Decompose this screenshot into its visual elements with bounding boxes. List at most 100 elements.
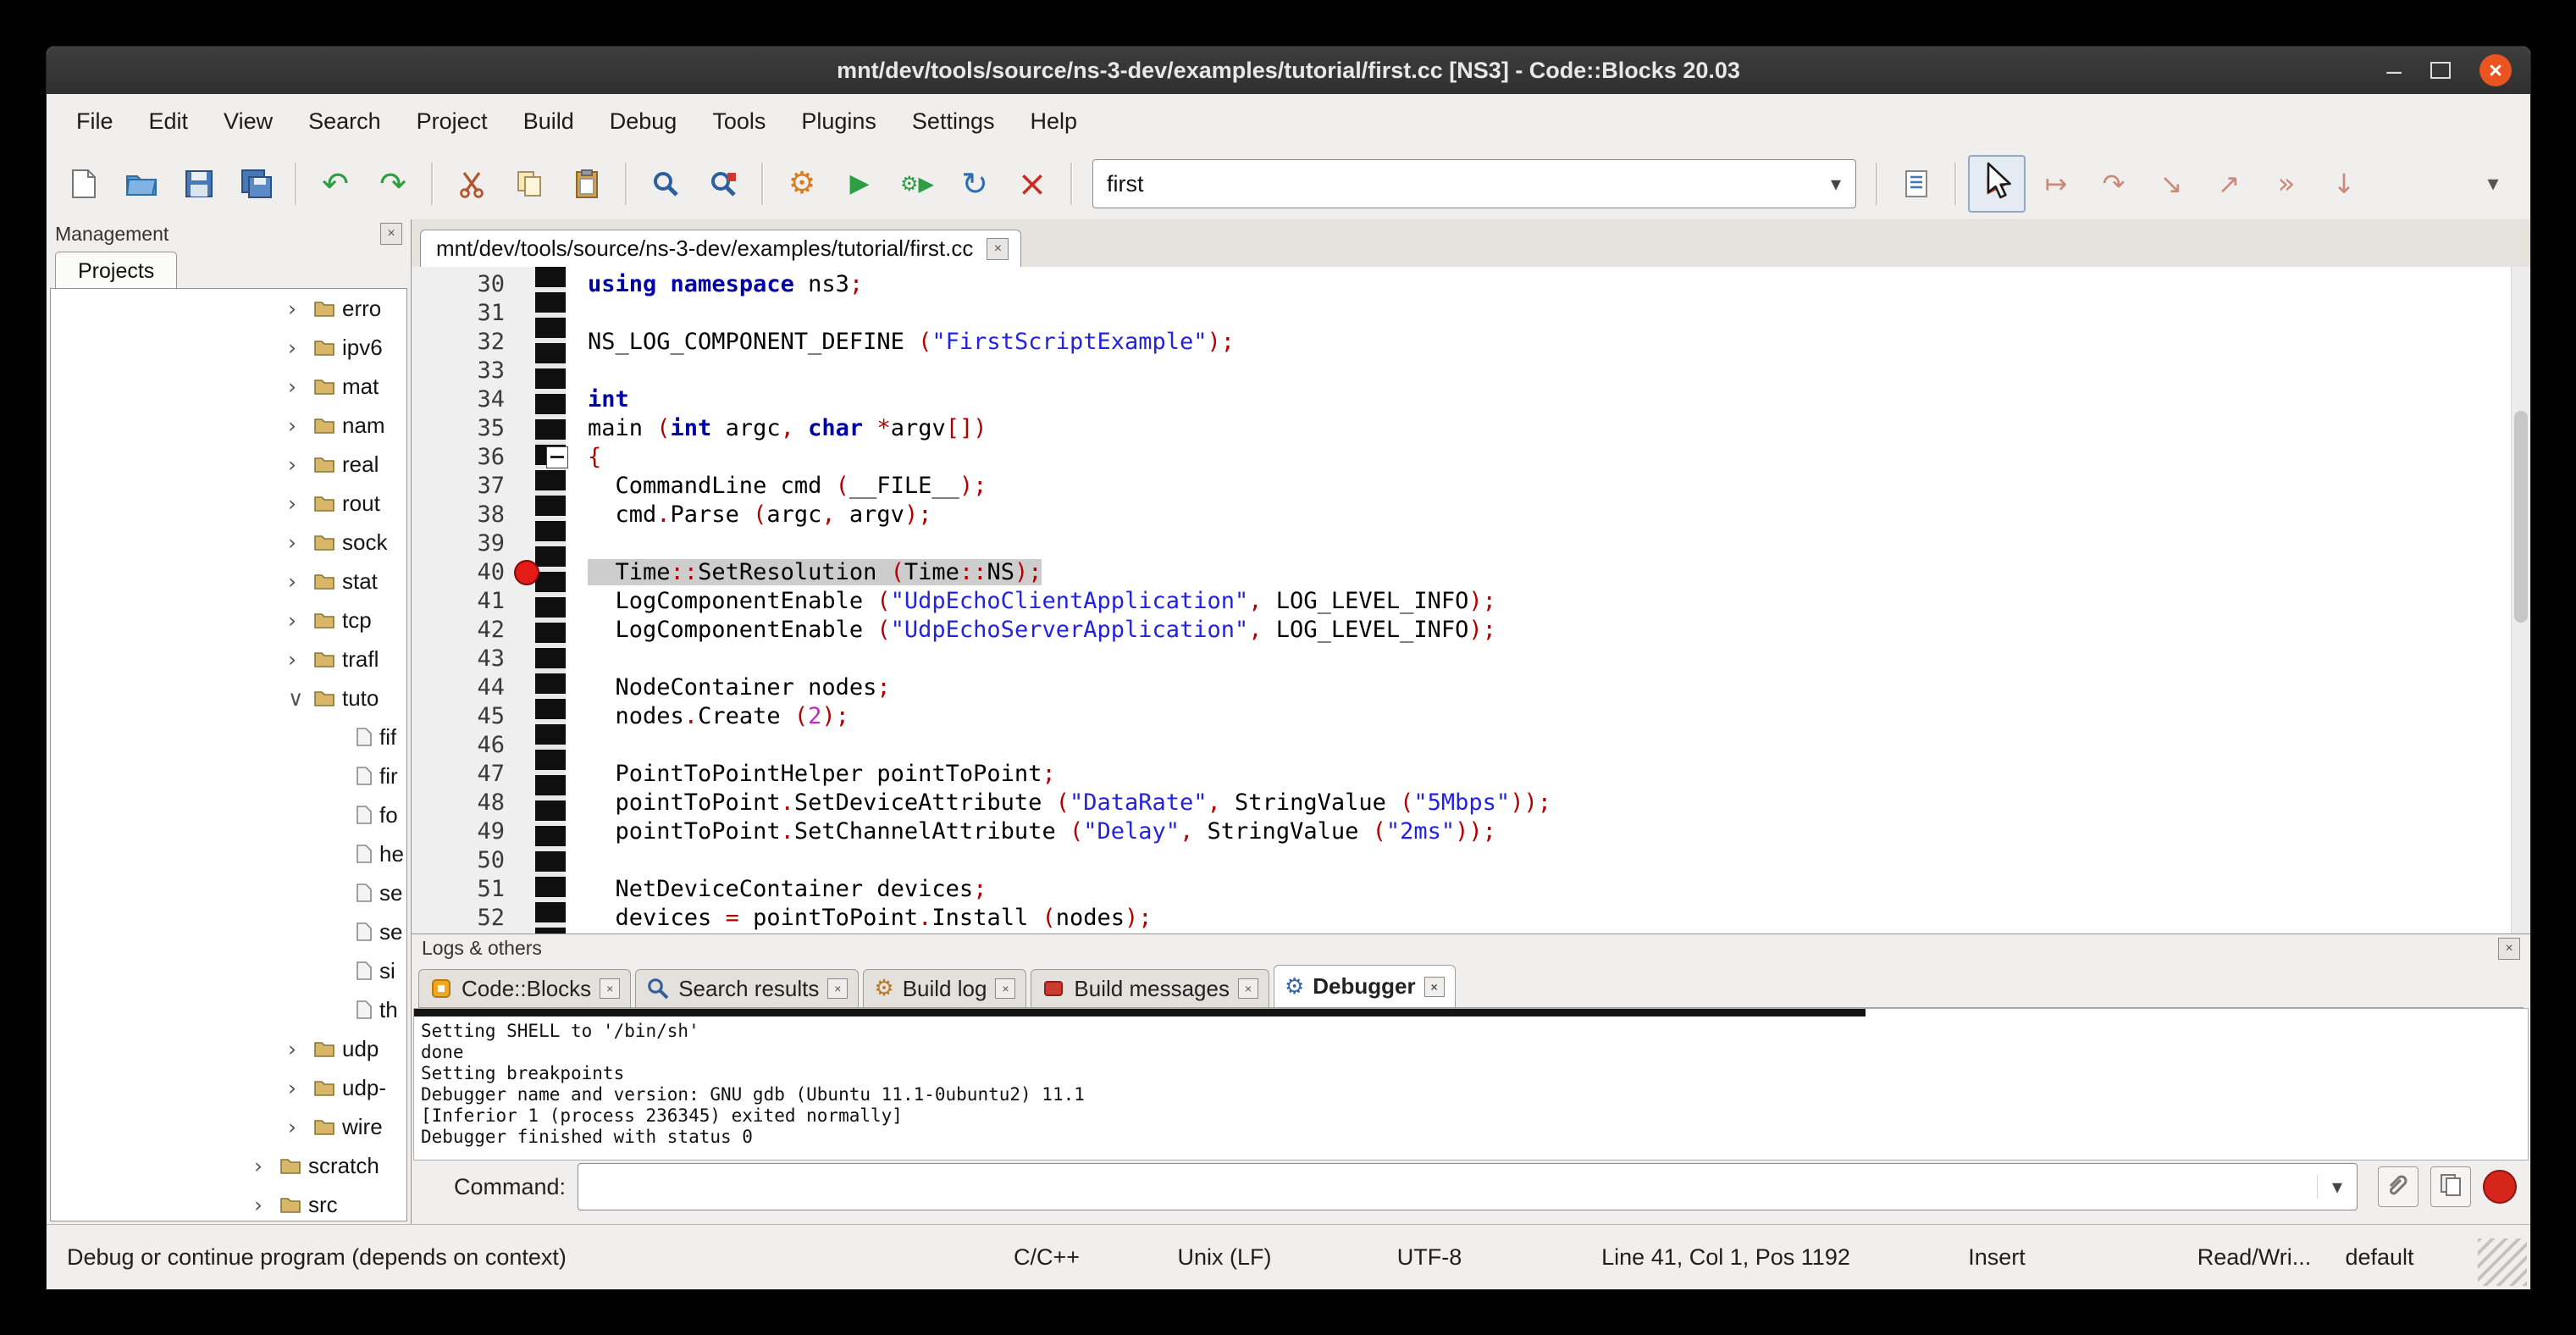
breakpoint-margin[interactable]	[511, 560, 542, 585]
tree-item-sock[interactable]: ›sock	[51, 523, 406, 562]
next-instruction-button[interactable]: »	[2259, 157, 2313, 211]
copy-button[interactable]	[502, 157, 556, 211]
search-target-combobox[interactable]: ▾	[1092, 159, 1856, 208]
code-line[interactable]: 49 pointToPoint.SetChannelAttribute ("De…	[412, 817, 2512, 846]
chevron-right-icon[interactable]: ›	[288, 647, 313, 672]
tree-item-se[interactable]: se	[51, 912, 406, 951]
code-line[interactable]: 45 nodes.Create (2);	[412, 702, 2512, 731]
code-line[interactable]: 47 PointToPointHelper pointToPoint;	[412, 760, 2512, 789]
compile-current-file-button[interactable]	[1889, 157, 1943, 211]
tree-item-trafl[interactable]: ›trafl	[51, 640, 406, 679]
tree-item-tuto[interactable]: ∨tuto	[51, 679, 406, 717]
debugger-output[interactable]: Setting SHELL to '/bin/sh'doneSetting br…	[413, 1008, 2529, 1161]
code-line[interactable]: 41 LogComponentEnable ("UdpEchoClientApp…	[412, 587, 2512, 616]
logs-tab-debugger[interactable]: ⚙Debugger×	[1274, 965, 1456, 1007]
close-tab-icon[interactable]: ×	[600, 978, 620, 999]
search-target-input[interactable]	[1093, 171, 1816, 197]
toolbar-overflow-button[interactable]: ▾	[2466, 157, 2520, 211]
menu-item-project[interactable]: Project	[399, 108, 506, 135]
debugger-command-combobox[interactable]: ▾	[578, 1163, 2358, 1210]
code-line[interactable]: 36{	[412, 443, 2512, 472]
menu-item-file[interactable]: File	[58, 108, 131, 135]
tree-item-mat[interactable]: ›mat	[51, 367, 406, 406]
find-button[interactable]	[638, 157, 693, 211]
combo-dropdown-icon[interactable]: ▾	[1816, 172, 1855, 196]
chevron-right-icon[interactable]: ›	[288, 296, 313, 321]
menu-item-view[interactable]: View	[206, 108, 290, 135]
code-line[interactable]: 31	[412, 299, 2512, 328]
close-tab-icon[interactable]: ×	[827, 978, 848, 999]
logs-tab-build-log[interactable]: ⚙Build log×	[863, 969, 1026, 1007]
stop-debugger-button[interactable]	[2483, 1170, 2517, 1204]
chevron-right-icon[interactable]: ›	[288, 608, 313, 633]
menu-item-build[interactable]: Build	[506, 108, 592, 135]
tree-item-stat[interactable]: ›stat	[51, 562, 406, 601]
tree-item-fir[interactable]: fir	[51, 756, 406, 795]
code-line[interactable]: 48 pointToPoint.SetDeviceAttribute ("Dat…	[412, 789, 2512, 817]
build-button[interactable]: ⚙	[775, 157, 829, 211]
debugger-command-input[interactable]	[578, 1174, 2317, 1200]
cut-button[interactable]	[445, 157, 499, 211]
logs-tab-search-results[interactable]: Search results×	[635, 969, 859, 1007]
tree-item-si[interactable]: si	[51, 951, 406, 990]
tree-item-rout[interactable]: ›rout	[51, 484, 406, 523]
chevron-right-icon[interactable]: ›	[288, 335, 313, 360]
tree-item-src[interactable]: ›src	[51, 1185, 406, 1221]
code-line[interactable]: 33	[412, 357, 2512, 385]
resize-grip[interactable]	[2478, 1238, 2527, 1286]
chevron-right-icon[interactable]: ›	[288, 569, 313, 594]
code-line[interactable]: 35main (int argc, char *argv[])	[412, 414, 2512, 443]
code-line[interactable]: 37 CommandLine cmd (__FILE__);	[412, 472, 2512, 501]
menu-item-debug[interactable]: Debug	[592, 108, 695, 135]
save-all-button[interactable]	[229, 157, 284, 211]
menu-item-help[interactable]: Help	[1012, 108, 1095, 135]
code-line[interactable]: 52 devices = pointToPoint.Install (nodes…	[412, 904, 2512, 933]
tree-item-nam[interactable]: ›nam	[51, 406, 406, 445]
management-close-button[interactable]: ×	[380, 223, 402, 245]
logs-tab-build-messages[interactable]: Build messages×	[1031, 969, 1269, 1007]
chevron-down-icon[interactable]: ∨	[288, 686, 313, 711]
fold-marker[interactable]	[546, 446, 568, 468]
code-line[interactable]: 44 NodeContainer nodes;	[412, 673, 2512, 702]
tree-item-real[interactable]: ›real	[51, 445, 406, 484]
open-button[interactable]	[114, 157, 169, 211]
breakpoint-marker[interactable]	[514, 560, 539, 585]
code-line[interactable]: 30using namespace ns3;	[412, 270, 2512, 299]
tree-item-he[interactable]: he	[51, 834, 406, 873]
step-out-button[interactable]: ↗	[2202, 157, 2256, 211]
chevron-right-icon[interactable]: ›	[288, 452, 313, 477]
abort-button[interactable]: ×	[1005, 157, 1059, 211]
chevron-right-icon[interactable]: ›	[254, 1154, 279, 1178]
tree-item-fif[interactable]: fif	[51, 717, 406, 756]
rebuild-button[interactable]: ↻	[948, 157, 1002, 211]
chevron-right-icon[interactable]: ›	[288, 1115, 313, 1139]
code-line[interactable]: 34int	[412, 385, 2512, 414]
close-tab-icon[interactable]: ×	[1424, 977, 1445, 997]
code-line[interactable]: 42 LogComponentEnable ("UdpEchoServerApp…	[412, 616, 2512, 645]
code-line[interactable]: 51 NetDeviceContainer devices;	[412, 875, 2512, 904]
chevron-right-icon[interactable]: ›	[288, 491, 313, 516]
menu-item-tools[interactable]: Tools	[694, 108, 783, 135]
run-to-cursor-button[interactable]: ↦	[2029, 157, 2083, 211]
attach-log-button[interactable]	[2378, 1166, 2418, 1207]
logs-close-button[interactable]: ×	[2498, 938, 2520, 960]
menu-item-edit[interactable]: Edit	[131, 108, 207, 135]
chevron-right-icon[interactable]: ›	[288, 1037, 313, 1061]
maximize-button[interactable]	[2430, 62, 2451, 79]
tree-item-ipv6[interactable]: ›ipv6	[51, 328, 406, 367]
paste-button[interactable]	[560, 157, 614, 211]
fold-margin-cell[interactable]	[542, 446, 572, 468]
code-editor[interactable]: 30using namespace ns3;3132NS_LOG_COMPONE…	[412, 267, 2530, 934]
close-tab-icon[interactable]: ×	[995, 978, 1015, 999]
menu-item-search[interactable]: Search	[290, 108, 399, 135]
combo-dropdown-icon[interactable]: ▾	[2317, 1175, 2357, 1199]
editor-tab-first-cc[interactable]: mnt/dev/tools/source/ns-3-dev/examples/t…	[420, 230, 1021, 267]
chevron-right-icon[interactable]: ›	[288, 413, 313, 438]
tree-item-tcp[interactable]: ›tcp	[51, 601, 406, 640]
chevron-right-icon[interactable]: ›	[288, 530, 313, 555]
new-file-button[interactable]	[57, 157, 111, 211]
find-in-files-button[interactable]	[696, 157, 750, 211]
tree-item-udp-[interactable]: ›udp-	[51, 1068, 406, 1107]
code-line[interactable]: 39	[412, 529, 2512, 558]
chevron-right-icon[interactable]: ›	[288, 374, 313, 399]
